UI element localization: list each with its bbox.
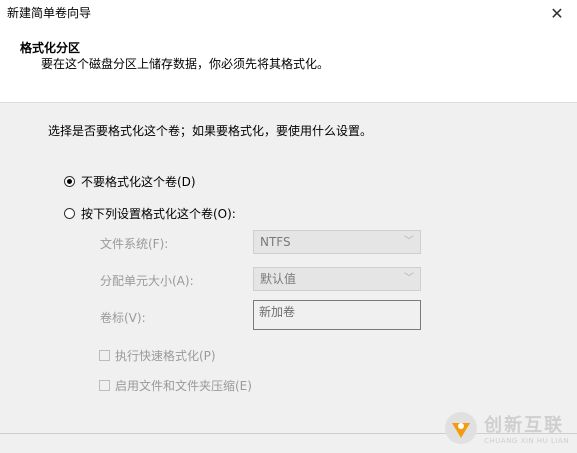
- page-title: 格式化分区: [20, 41, 81, 55]
- watermark-subtext: CHUANG XIN HU LIAN: [484, 437, 569, 445]
- no-format-label: 不要格式化这个卷(D): [81, 175, 196, 189]
- no-format-option[interactable]: 不要格式化这个卷(D): [64, 173, 196, 190]
- format-radio[interactable]: [64, 208, 75, 219]
- wizard-content: 选择是否要格式化这个卷；如果要格式化，要使用什么设置。 不要格式化这个卷(D) …: [0, 103, 577, 433]
- allocation-unit-select[interactable]: 默认值 ﹀: [253, 267, 421, 291]
- file-system-label: 文件系统(F):: [100, 237, 169, 251]
- allocation-unit-label: 分配单元大小(A):: [100, 274, 194, 288]
- allocation-unit-value: 默认值: [260, 272, 297, 286]
- quick-format-label: 执行快速格式化(P): [115, 349, 216, 363]
- close-button[interactable]: ✕: [537, 0, 577, 26]
- no-format-radio[interactable]: [64, 176, 75, 187]
- watermark: 创新互联 CHUANG XIN HU LIAN: [444, 411, 569, 445]
- window-title: 新建简单卷向导: [7, 6, 92, 20]
- format-option[interactable]: 按下列设置格式化这个卷(O):: [64, 205, 236, 222]
- quick-format-checkbox[interactable]: [99, 350, 110, 361]
- chevron-down-icon: ﹀: [404, 273, 414, 284]
- volume-label-label: 卷标(V):: [100, 311, 146, 325]
- quick-format-option[interactable]: 执行快速格式化(P): [99, 347, 216, 364]
- compression-label: 启用文件和文件夹压缩(E): [115, 379, 252, 393]
- watermark-text: 创新互联: [484, 415, 565, 436]
- compression-checkbox[interactable]: [99, 380, 110, 391]
- wizard-header: 格式化分区 要在这个磁盘分区上储存数据，你必须先将其格式化。: [0, 26, 577, 103]
- title-bar: 新建简单卷向导 ✕: [0, 0, 577, 26]
- close-icon: ✕: [550, 3, 564, 23]
- brand-logo-icon: [445, 412, 478, 444]
- instruction-text: 选择是否要格式化这个卷；如果要格式化，要使用什么设置。: [48, 124, 373, 138]
- format-label: 按下列设置格式化这个卷(O):: [81, 207, 236, 221]
- volume-label-input[interactable]: 新加卷: [253, 300, 421, 330]
- page-subtitle: 要在这个磁盘分区上储存数据，你必须先将其格式化。: [41, 57, 330, 71]
- file-system-select[interactable]: NTFS ﹀: [253, 230, 421, 254]
- chevron-down-icon: ﹀: [404, 236, 414, 247]
- file-system-value: NTFS: [260, 235, 291, 249]
- compression-option[interactable]: 启用文件和文件夹压缩(E): [99, 377, 252, 394]
